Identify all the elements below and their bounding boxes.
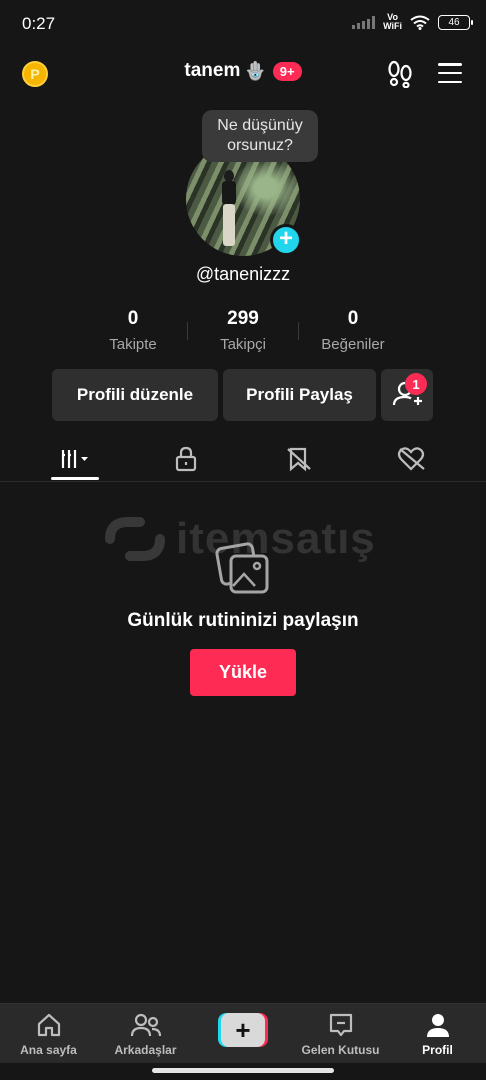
notification-badge: 9+ [272,61,302,81]
nav-inbox[interactable]: Gelen Kutusu [292,1010,389,1057]
menu-icon[interactable] [438,63,462,83]
stat-followers[interactable]: 299 Takipçi [188,308,298,353]
home-indicator[interactable] [152,1068,334,1073]
status-bar: 0:27 Vo WiFi 46 [0,0,486,48]
tab-saved[interactable] [276,442,324,476]
tab-private[interactable] [162,442,210,476]
bookmark-icon [287,447,311,472]
stat-following-value: 0 [127,308,139,329]
friend-request-badge: 1 [405,373,427,395]
content-tabs [0,436,486,482]
thought-bubble[interactable]: Ne düşünüy orsunuz? [202,110,318,162]
add-avatar-button[interactable]: + [270,224,302,256]
battery-icon: 46 [438,14,473,30]
nav-home[interactable]: Ana sayfa [0,1010,97,1057]
status-icons: Vo WiFi 46 [352,12,473,31]
watermark-text: itemsatış [176,514,376,563]
tab-videos[interactable] [51,442,99,476]
photo-icon [215,542,269,594]
lock-icon [175,446,197,472]
liked-heart-icon [397,447,425,471]
nav-inbox-label: Gelen Kutusu [301,1043,380,1057]
tab-active-indicator [51,477,99,480]
watermark-logo-icon [105,517,165,561]
tab-liked[interactable] [388,442,436,476]
nav-profile-label: Profil [422,1043,453,1057]
status-time: 0:27 [22,14,56,33]
share-profile-button[interactable]: Profili Paylaş [223,369,376,421]
signal-icon [352,15,376,29]
wifi-icon [410,15,430,30]
bottom-nav: Ana sayfa Arkadaşlar + Gelen Kutusu Prof… [0,1003,486,1063]
nav-profile[interactable]: Profil [389,1010,486,1057]
nav-friends-label: Arkadaşlar [114,1043,177,1057]
profile-title[interactable]: tanem 🪬 9+ [0,60,486,82]
stat-following-label: Takipte [109,336,157,353]
nav-friends[interactable]: Arkadaşlar [97,1010,194,1057]
stat-following[interactable]: 0 Takipte [78,308,188,353]
stat-followers-label: Takipçi [220,336,266,353]
friends-icon [130,1013,161,1037]
stat-likes[interactable]: 0 Beğeniler [298,308,408,353]
footprints-icon[interactable] [387,60,413,88]
stat-likes-label: Beğeniler [321,336,385,353]
edit-profile-button[interactable]: Profili düzenle [52,369,218,421]
profile-icon [426,1014,449,1037]
profile-handle: @tanenizzz [195,264,291,284]
home-icon [37,1013,60,1037]
username-title: tanem [184,60,241,81]
create-button[interactable]: + [218,1013,268,1047]
stat-likes-value: 0 [347,308,359,329]
stat-followers-value: 299 [227,308,259,329]
nav-home-label: Ana sayfa [20,1043,77,1057]
create-plus-icon: + [221,1013,265,1047]
avatar-person [220,170,238,248]
empty-state-message: Günlük rutininizi paylaşın [127,610,359,631]
hamsa-emoji: 🪬 [244,60,267,81]
inbox-icon [329,1013,352,1037]
vowifi-label: Vo WiFi [383,12,402,31]
grid-icon [61,450,88,468]
upload-button[interactable]: Yükle [190,649,296,696]
